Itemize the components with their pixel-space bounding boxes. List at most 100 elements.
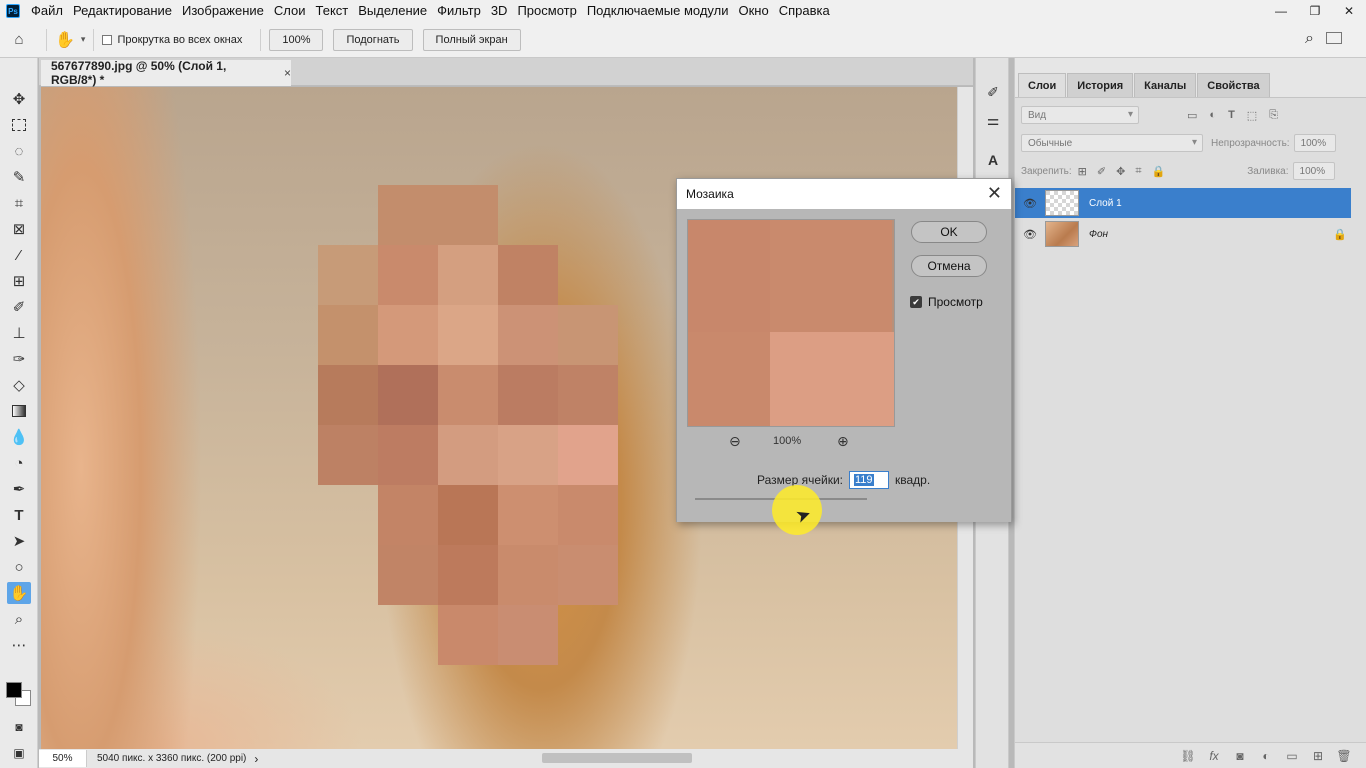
layer-row[interactable]: 👁 Фон 🔒 xyxy=(1015,219,1351,249)
mosaic-cell xyxy=(318,365,378,425)
ellipse-tool-icon[interactable]: ○ xyxy=(7,556,31,578)
zoom-level-field[interactable]: 50% xyxy=(39,750,87,767)
pen-tool-icon[interactable]: ✒ xyxy=(7,478,31,500)
preview-checkbox[interactable]: ✔ xyxy=(910,296,922,308)
close-window-icon[interactable]: ✕ xyxy=(1332,0,1366,22)
status-arrow-icon[interactable]: › xyxy=(254,752,258,766)
minimize-icon[interactable]: — xyxy=(1264,0,1298,22)
layer-filter-select[interactable]: Вид ▾ xyxy=(1021,106,1139,124)
fullscreen-button[interactable]: Полный экран xyxy=(422,28,521,51)
visibility-eye-icon[interactable]: 👁 xyxy=(1015,197,1045,210)
menu-image[interactable]: Изображение xyxy=(177,0,269,22)
filter-smart-object-icon[interactable]: ⎘ xyxy=(1269,109,1278,122)
horizontal-scroll-thumb[interactable] xyxy=(542,753,692,763)
eraser-tool-icon[interactable]: ◇ xyxy=(7,374,31,396)
lock-all-icon[interactable]: 🔒 xyxy=(1152,165,1166,178)
zoom-tool-icon[interactable]: ⌕ xyxy=(7,608,31,630)
filter-pixel-icon[interactable]: ▭ xyxy=(1187,109,1197,122)
zoom-out-icon[interactable]: ⊖ xyxy=(729,433,741,450)
gradient-tool-icon[interactable] xyxy=(7,400,31,422)
link-layers-icon[interactable]: ⛓ xyxy=(1175,749,1201,763)
lock-transparent-icon[interactable]: ⊞ xyxy=(1078,165,1087,178)
cancel-button[interactable]: Отмена xyxy=(911,255,987,277)
close-tab-icon[interactable]: × xyxy=(284,66,291,80)
restore-icon[interactable]: ❐ xyxy=(1298,0,1332,22)
brush-settings-icon[interactable]: ✐ xyxy=(983,82,1003,102)
history-brush-tool-icon[interactable]: ✑ xyxy=(7,348,31,370)
menu-plugins[interactable]: Подключаемые модули xyxy=(582,0,734,22)
quick-selection-tool-icon[interactable]: ✎ xyxy=(7,166,31,188)
lock-image-icon[interactable]: ✐ xyxy=(1097,165,1106,178)
lock-artboard-icon[interactable]: ⌗ xyxy=(1135,165,1141,178)
chevron-down-icon[interactable]: ▾ xyxy=(81,34,86,45)
menu-filter[interactable]: Фильтр xyxy=(432,0,486,22)
tab-properties[interactable]: Свойства xyxy=(1197,73,1270,97)
path-selection-tool-icon[interactable]: ➤ xyxy=(7,530,31,552)
layer-style-icon[interactable]: fx xyxy=(1201,749,1227,763)
menu-select[interactable]: Выделение xyxy=(353,0,432,22)
type-tool-icon[interactable]: T xyxy=(7,504,31,526)
close-icon[interactable]: ✕ xyxy=(987,183,1002,204)
brush-tool-icon[interactable]: ✐ xyxy=(7,296,31,318)
home-icon[interactable]: ⌂ xyxy=(0,31,38,48)
more-tools-icon[interactable]: ⋯ xyxy=(7,634,31,656)
hand-tool-icon[interactable]: ✋ xyxy=(55,30,75,50)
filter-preview[interactable] xyxy=(687,219,895,427)
opacity-field[interactable]: 100% xyxy=(1293,134,1336,152)
mosaic-cell xyxy=(438,425,498,485)
dodge-tool-icon[interactable]: ◔ xyxy=(7,452,31,474)
search-icon[interactable]: ⌕ xyxy=(1305,30,1314,48)
horizontal-scrollbar[interactable] xyxy=(280,749,973,768)
quick-mask-icon[interactable]: ◙ xyxy=(7,716,31,738)
blend-mode-select[interactable]: Обычные ▾ xyxy=(1021,134,1203,152)
delete-layer-icon[interactable]: 🗑 xyxy=(1331,749,1357,763)
foreground-color-swatch[interactable] xyxy=(6,682,22,698)
cell-size-input[interactable]: 119 xyxy=(849,471,889,489)
eyedropper-tool-icon[interactable]: ⁄ xyxy=(7,244,31,266)
move-tool-icon[interactable]: ✥ xyxy=(7,88,31,110)
menu-view[interactable]: Просмотр xyxy=(512,0,581,22)
menu-edit[interactable]: Редактирование xyxy=(68,0,177,22)
fill-field[interactable]: 100% xyxy=(1292,162,1335,180)
add-mask-icon[interactable]: ◙ xyxy=(1227,749,1253,763)
adjustments-icon[interactable]: ⚌ xyxy=(983,110,1003,130)
adjustment-layer-icon[interactable]: ◐ xyxy=(1253,749,1279,763)
workspace-icon[interactable] xyxy=(1326,32,1342,44)
scroll-all-checkbox[interactable] xyxy=(102,34,113,45)
marquee-tool-icon[interactable] xyxy=(7,114,31,136)
frame-tool-icon[interactable]: ⊠ xyxy=(7,218,31,240)
filter-adjustment-icon[interactable]: ◐ xyxy=(1209,109,1216,121)
tab-history[interactable]: История xyxy=(1067,73,1134,97)
character-icon[interactable]: A xyxy=(983,150,1003,170)
menu-window[interactable]: Окно xyxy=(733,0,773,22)
new-layer-icon[interactable]: ⊞ xyxy=(1305,749,1331,763)
healing-brush-tool-icon[interactable]: ⊞ xyxy=(7,270,31,292)
layer-row[interactable]: 👁 Слой 1 xyxy=(1015,188,1351,218)
tab-layers[interactable]: Слои xyxy=(1018,73,1067,97)
new-group-icon[interactable]: ▭ xyxy=(1279,749,1305,763)
zoom-in-icon[interactable]: ⊕ xyxy=(837,433,849,450)
dialog-title-bar[interactable]: Мозаика xyxy=(677,179,1011,209)
lasso-tool-icon[interactable]: ◌ xyxy=(7,140,31,162)
menu-type[interactable]: Текст xyxy=(311,0,354,22)
mosaic-cell xyxy=(318,245,378,305)
screen-mode-icon[interactable]: ▣ xyxy=(7,742,31,764)
menu-help[interactable]: Справка xyxy=(774,0,835,22)
clone-stamp-tool-icon[interactable]: ⊥ xyxy=(7,322,31,344)
visibility-eye-icon[interactable]: 👁 xyxy=(1015,228,1045,241)
fit-screen-button[interactable]: Подогнать xyxy=(333,28,413,51)
filter-shape-icon[interactable]: ⬚ xyxy=(1247,109,1257,122)
crop-tool-icon[interactable]: ⌗ xyxy=(7,192,31,214)
blur-tool-icon[interactable]: 💧 xyxy=(7,426,31,448)
document-tab[interactable]: 567677890.jpg @ 50% (Слой 1, RGB/8*) * × xyxy=(41,59,291,87)
cell-size-unit: квадр. xyxy=(895,473,931,487)
hand-tool-active-icon[interactable]: ✋ xyxy=(7,582,31,604)
menu-layers[interactable]: Слои xyxy=(269,0,311,22)
menu-file[interactable]: Файл xyxy=(26,0,68,22)
tab-channels[interactable]: Каналы xyxy=(1134,73,1197,97)
ok-button[interactable]: OK xyxy=(911,221,987,243)
filter-type-icon[interactable]: T xyxy=(1228,109,1235,121)
zoom-100-button[interactable]: 100% xyxy=(269,28,324,51)
lock-position-icon[interactable]: ✥ xyxy=(1116,165,1125,178)
menu-3d[interactable]: 3D xyxy=(486,0,513,22)
